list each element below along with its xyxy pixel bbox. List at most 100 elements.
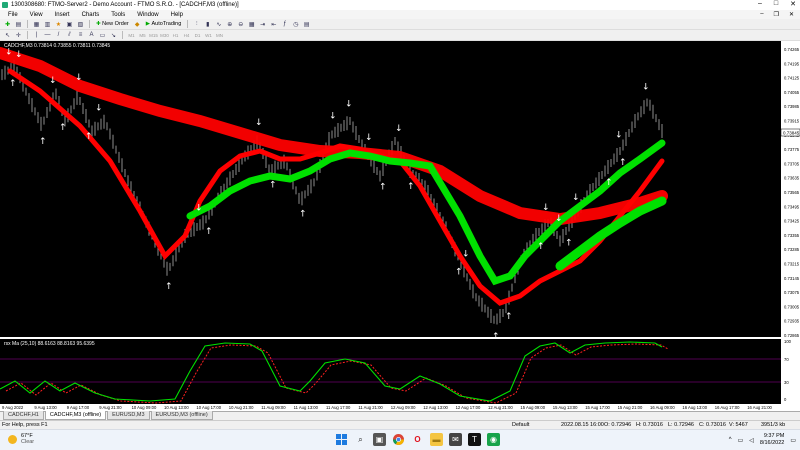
tab-cadchf-h1[interactable]: CADCHF,H1: [3, 411, 44, 420]
strategy-tester-icon[interactable]: ▧: [76, 20, 85, 28]
opera-icon[interactable]: O: [411, 433, 424, 446]
chrome-icon[interactable]: [392, 433, 405, 446]
new-order-button[interactable]: ✚ New Order: [94, 20, 131, 28]
cursor-icon[interactable]: ↖: [3, 31, 12, 39]
close-button[interactable]: ✕: [790, 0, 796, 8]
fibonacci-icon[interactable]: ≡: [76, 31, 85, 39]
time-label: 15 Aug 17:00: [585, 405, 610, 410]
tab-eurusd-m3[interactable]: EURUSD,M3: [107, 411, 150, 420]
timeframe-m15[interactable]: M15: [149, 31, 158, 39]
sell-arrow-icon: ↓: [15, 50, 23, 60]
timeframe-h4[interactable]: H4: [182, 31, 191, 39]
volume-icon[interactable]: ◁: [749, 437, 754, 444]
vertical-line-icon[interactable]: |: [32, 31, 41, 39]
templates-icon[interactable]: ▤: [302, 20, 311, 28]
chart-close-button[interactable]: ✕: [789, 11, 794, 18]
windows-start-icon[interactable]: [335, 433, 348, 446]
indicators-icon[interactable]: ƒ: [280, 20, 289, 28]
periods-icon[interactable]: ◷: [291, 20, 300, 28]
search-icon[interactable]: ⌕: [354, 433, 367, 446]
channel-icon[interactable]: ⫽: [65, 31, 74, 39]
timeframe-m5[interactable]: M5: [138, 31, 147, 39]
task-view-icon[interactable]: ▣: [373, 433, 386, 446]
profiles-icon[interactable]: ▤: [14, 20, 23, 28]
tradingview-icon[interactable]: T: [468, 433, 481, 446]
price-label: 0.73495: [784, 204, 800, 209]
navigator-icon[interactable]: ★: [54, 20, 63, 28]
metatrader-icon[interactable]: ◉: [487, 433, 500, 446]
buy-arrow-icon: ↑: [537, 242, 545, 252]
menu-help[interactable]: Help: [171, 12, 183, 18]
label-icon[interactable]: ▭: [98, 31, 107, 39]
menu-insert[interactable]: Insert: [55, 12, 70, 18]
time-label: 16 Aug 09:00: [650, 405, 675, 410]
price-chart[interactable]: ↓ ↓↓ ↓↓↓↓↓↓↓↓↓↓↓↓↓↓↑↑↑↑↑↑↑↑↑ ↑↑↑↑↑ ↑↑↑ 0.742…: [0, 41, 800, 411]
timeframe-mn[interactable]: MN: [215, 31, 224, 39]
timeframe-h1[interactable]: H1: [171, 31, 180, 39]
standard-toolbar: ✚ ▤ ▦ ▥ ★ ▣ ▧ ✚ New Order ◆ ▶ AutoTradin…: [0, 19, 800, 30]
tab-eurusd-m3-offline[interactable]: EURUSD,M3 (offline): [150, 411, 213, 420]
time-label: 9 Aug 21:00: [99, 405, 122, 410]
crosshair-icon[interactable]: ✛: [14, 31, 23, 39]
buy-arrow-icon: ↑: [269, 181, 277, 191]
chart-shift-icon[interactable]: ⇤: [269, 20, 278, 28]
menu-file[interactable]: File: [8, 12, 18, 18]
market-watch-icon[interactable]: ▦: [32, 20, 41, 28]
menu-view[interactable]: View: [30, 12, 43, 18]
network-icon[interactable]: ▭: [738, 437, 744, 444]
tile-windows-icon[interactable]: ▦: [247, 20, 256, 28]
chart-restore-button[interactable]: ❐: [774, 11, 779, 18]
sell-arrow-icon: ↓: [462, 250, 470, 260]
buy-arrow-icon: ↑: [39, 137, 47, 147]
text-icon[interactable]: A: [87, 31, 96, 39]
mail-icon[interactable]: ✉: [449, 433, 462, 446]
file-explorer-icon[interactable]: ▬: [430, 433, 443, 446]
notification-icon[interactable]: ▭: [790, 437, 796, 444]
chrome-logo-icon: [393, 434, 404, 445]
minimize-button[interactable]: –: [758, 0, 762, 8]
bar-chart-icon[interactable]: ⫶: [192, 20, 201, 28]
price-label: 0.72865: [784, 333, 800, 338]
line-chart-icon[interactable]: ∿: [214, 20, 223, 28]
main-chart-background: [0, 41, 781, 337]
clock[interactable]: 9:37 PM 8/16/2022: [760, 433, 784, 447]
timeframe-m30[interactable]: M30: [160, 31, 169, 39]
zoom-in-icon[interactable]: ⊕: [225, 20, 234, 28]
metaeditor-icon[interactable]: ◆: [133, 20, 142, 28]
chart-minimize-button[interactable]: –: [760, 11, 763, 18]
weather-condition: Clear: [21, 439, 35, 445]
zoom-out-icon[interactable]: ⊖: [236, 20, 245, 28]
maximize-button[interactable]: □: [774, 0, 778, 8]
horizontal-line-icon[interactable]: —: [43, 31, 52, 39]
autotrading-button[interactable]: ▶ AutoTrading: [144, 20, 184, 28]
sell-arrow-icon: ↓: [615, 131, 623, 141]
arrows-icon[interactable]: ↘: [109, 31, 118, 39]
auto-scroll-icon[interactable]: ⇥: [258, 20, 267, 28]
chevron-up-icon[interactable]: ^: [729, 437, 732, 443]
timeframe-w1[interactable]: W1: [204, 31, 213, 39]
menu-tools[interactable]: Tools: [111, 12, 125, 18]
indicator-scale-label: 30: [784, 380, 789, 385]
profile-name[interactable]: Default: [512, 422, 529, 428]
toolbar-divider: [27, 20, 28, 28]
autotrading-icon: ▶: [145, 21, 150, 27]
price-label: 0.73985: [784, 104, 800, 109]
timeframe-m1[interactable]: M1: [127, 31, 136, 39]
buy-arrow-icon: ↑: [505, 312, 513, 322]
menu-window[interactable]: Window: [137, 12, 158, 18]
terminal-icon[interactable]: ▣: [65, 20, 74, 28]
price-label: 0.74055: [784, 90, 800, 95]
timeframe-d1[interactable]: D1: [193, 31, 202, 39]
taskbar: 67°F Clear ⌕ ▣ O ▬ ✉ T ◉ ^ ▭ ◁ 9:37 PM 8…: [0, 429, 800, 450]
chart-tabs: CADCHF,H1 CADCHF,M3 (offline) EURUSD,M3 …: [0, 411, 800, 420]
price-label: 0.73145: [784, 276, 800, 281]
trendline-icon[interactable]: /: [54, 31, 63, 39]
data-window-icon[interactable]: ▥: [43, 20, 52, 28]
menu-charts[interactable]: Charts: [82, 12, 100, 18]
candlestick-icon[interactable]: ▮: [203, 20, 212, 28]
tab-cadchf-m3-offline[interactable]: CADCHF,M3 (offline): [44, 411, 107, 420]
chart-window[interactable]: ↓ ↓ ↓ ↓ ↓ ↓ ↓ ↓ ↓ ↓ ↓ ↓ ↓ ↓ ↓ ↓ ↓ ↑ ↑ ↑ ↑ ↑ ↑ ↑ ↑ ↑ ↑ ↑ ↑ ↑ ↑ ↑ ↑ ↑ 0.742…: [0, 41, 800, 411]
new-chart-icon[interactable]: ✚: [3, 20, 12, 28]
weather-widget[interactable]: 67°F Clear: [8, 433, 34, 445]
window-title: 1300308680: FTMO-Server2 - Demo Account …: [11, 2, 239, 8]
